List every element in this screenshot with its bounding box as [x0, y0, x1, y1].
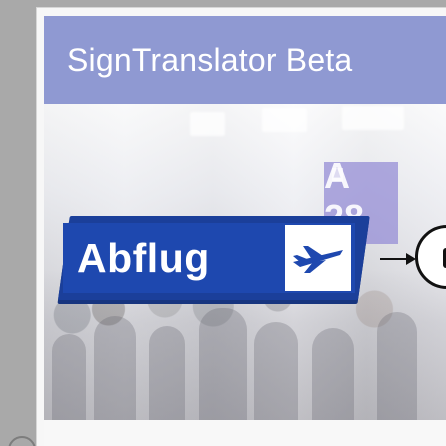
- person-silhouette: [94, 316, 136, 420]
- radio-button-icon[interactable]: [8, 436, 36, 446]
- app-panel: SignTranslator Beta A 28 Abflug: [36, 7, 446, 446]
- person-silhouette: [254, 322, 298, 420]
- airport-image-area[interactable]: A 28 Abflug: [44, 104, 446, 420]
- person-silhouette: [377, 312, 417, 420]
- ceiling-light: [262, 108, 307, 132]
- departure-sign-text: Abflug: [77, 234, 210, 281]
- app-screen: SignTranslator Beta A 28 Abflug: [0, 0, 446, 446]
- bottom-content-area: [44, 420, 446, 446]
- departure-sign: Abflug: [58, 216, 370, 304]
- app-bar: SignTranslator Beta: [44, 16, 446, 104]
- ceiling-light: [342, 106, 404, 130]
- person-silhouette: [52, 334, 86, 420]
- person-silhouette: [149, 326, 185, 420]
- person-silhouette: [199, 308, 247, 420]
- ceiling-light: [190, 112, 225, 136]
- airplane-icon-box: [285, 225, 351, 291]
- person-silhouette: [312, 328, 354, 420]
- airplane-icon: [293, 246, 343, 273]
- app-title: SignTranslator Beta: [67, 41, 353, 78]
